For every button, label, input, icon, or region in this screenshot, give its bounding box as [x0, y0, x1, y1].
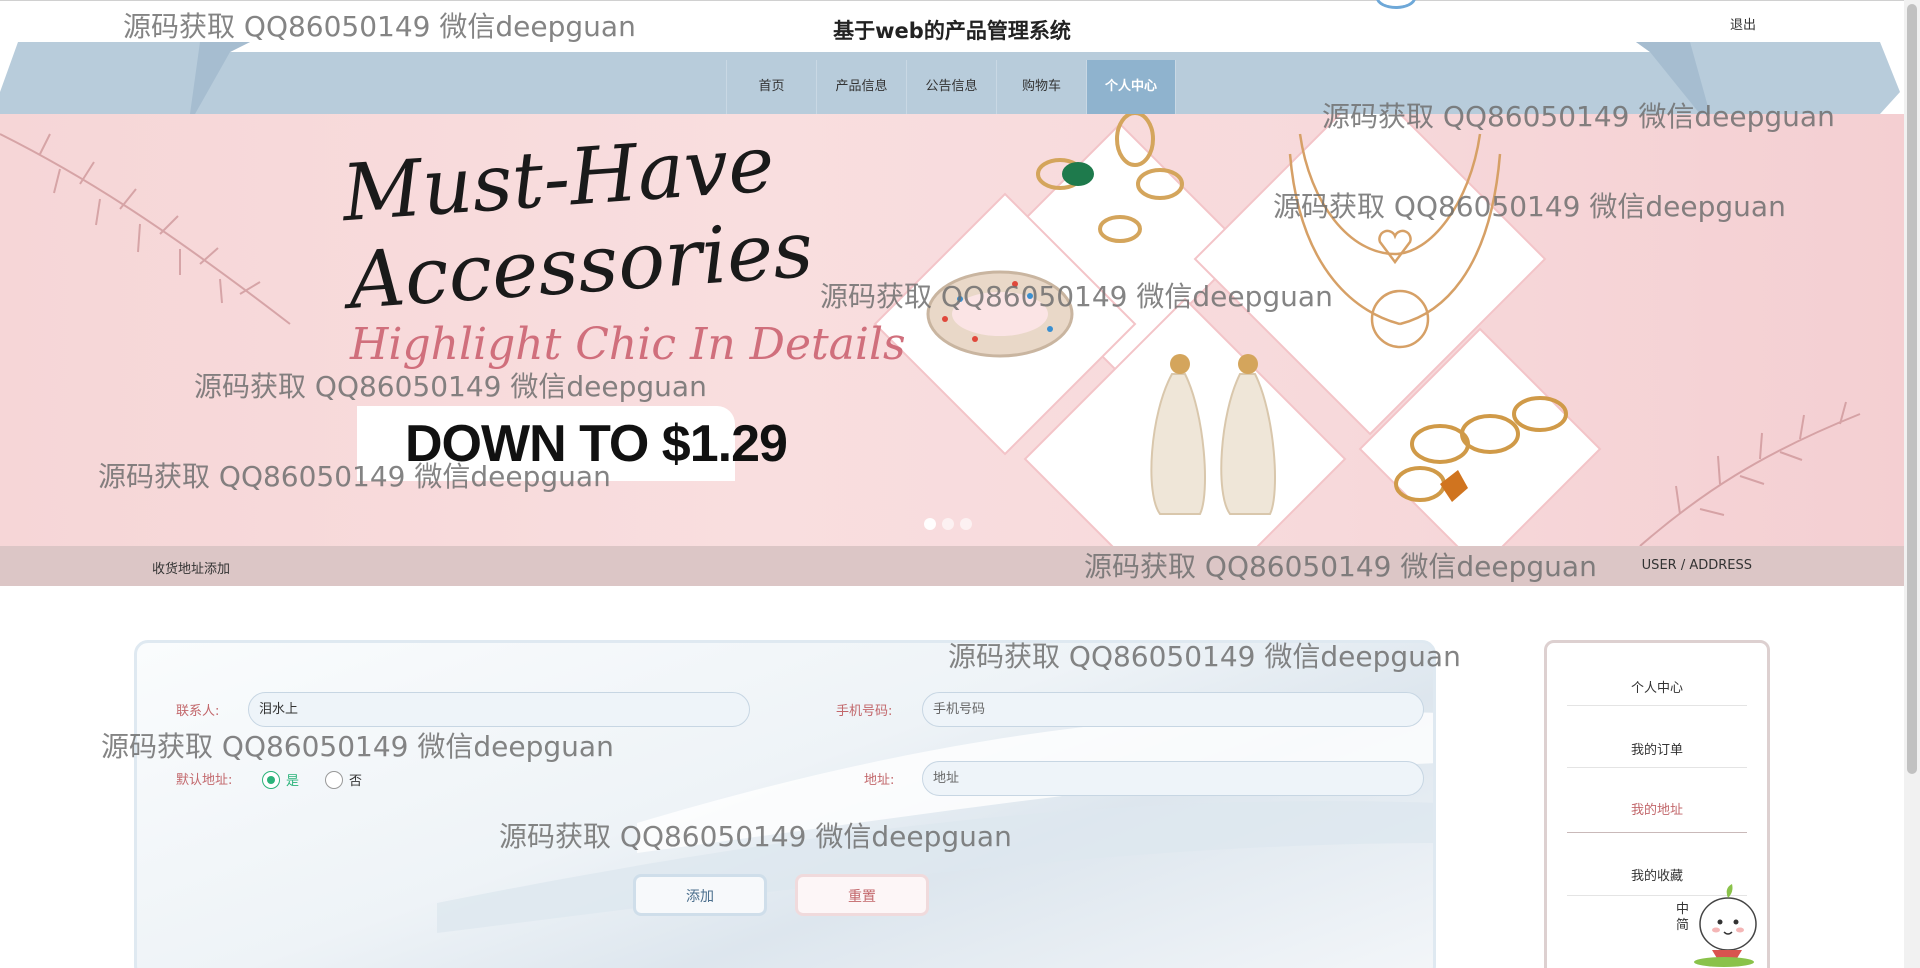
default-address-radio-group: 是 否	[262, 770, 362, 789]
radio-no[interactable]	[325, 770, 344, 789]
nav-announcements[interactable]: 公告信息	[906, 60, 996, 114]
hero-banner[interactable]: Must-Have Accessories Highlight Chic In …	[0, 114, 1904, 546]
contact-label: 联系人:	[176, 704, 220, 719]
banner-price: DOWN TO $1.29	[405, 415, 788, 473]
jewelry-artwork	[0, 114, 1861, 546]
nav-cart[interactable]: 购物车	[996, 60, 1086, 114]
breadcrumb-path: USER / ADDRESS	[1641, 558, 1752, 573]
site-title: 基于web的产品管理系统	[833, 19, 1071, 43]
address-form-panel	[134, 640, 1436, 968]
logout-link[interactable]: 退出	[1730, 14, 1756, 33]
breadcrumb-title: 收货地址添加	[152, 562, 231, 577]
radio-yes-label[interactable]: 是	[286, 770, 299, 789]
reset-button[interactable]: 重置	[795, 874, 929, 916]
address-input[interactable]: 地址	[922, 761, 1424, 796]
side-divider	[1567, 832, 1747, 833]
default-address-label: 默认地址:	[176, 773, 233, 788]
top-decoration-icon	[1376, 0, 1416, 9]
mascot-text: 中 简	[1676, 902, 1690, 933]
add-button[interactable]: 添加	[633, 874, 767, 916]
carousel-dot-3[interactable]	[960, 518, 972, 530]
side-divider	[1567, 705, 1747, 706]
main-nav: 首页 产品信息 公告信息 购物车 个人中心	[726, 60, 1176, 114]
side-divider	[1567, 767, 1747, 768]
phone-label: 手机号码:	[836, 704, 893, 719]
side-item-orders[interactable]: 我的订单	[1567, 739, 1747, 758]
carousel-dot-1[interactable]	[924, 518, 936, 530]
radio-yes[interactable]	[262, 770, 280, 789]
radio-no-label[interactable]: 否	[349, 770, 362, 789]
banner-headline: Must-Have Accessories	[339, 118, 816, 327]
nav-products[interactable]: 产品信息	[816, 60, 906, 114]
nav-home[interactable]: 首页	[726, 60, 816, 114]
side-item-personal-center[interactable]: 个人中心	[1567, 677, 1747, 696]
contact-input[interactable]: 泪水上	[248, 692, 750, 727]
address-label: 地址:	[864, 773, 895, 788]
breadcrumb: 收货地址添加 USER / ADDRESS	[0, 546, 1904, 586]
carousel-dot-2[interactable]	[942, 518, 954, 530]
page-scrollbar[interactable]	[1904, 0, 1920, 968]
banner-tagline: Highlight Chic In Details	[350, 319, 906, 370]
carousel-dots	[924, 518, 972, 530]
scrollbar-thumb[interactable]	[1907, 4, 1917, 774]
side-item-addresses[interactable]: 我的地址	[1567, 799, 1747, 818]
nav-personal-center[interactable]: 个人中心	[1086, 60, 1176, 114]
phone-input[interactable]: 手机号码	[922, 692, 1424, 727]
